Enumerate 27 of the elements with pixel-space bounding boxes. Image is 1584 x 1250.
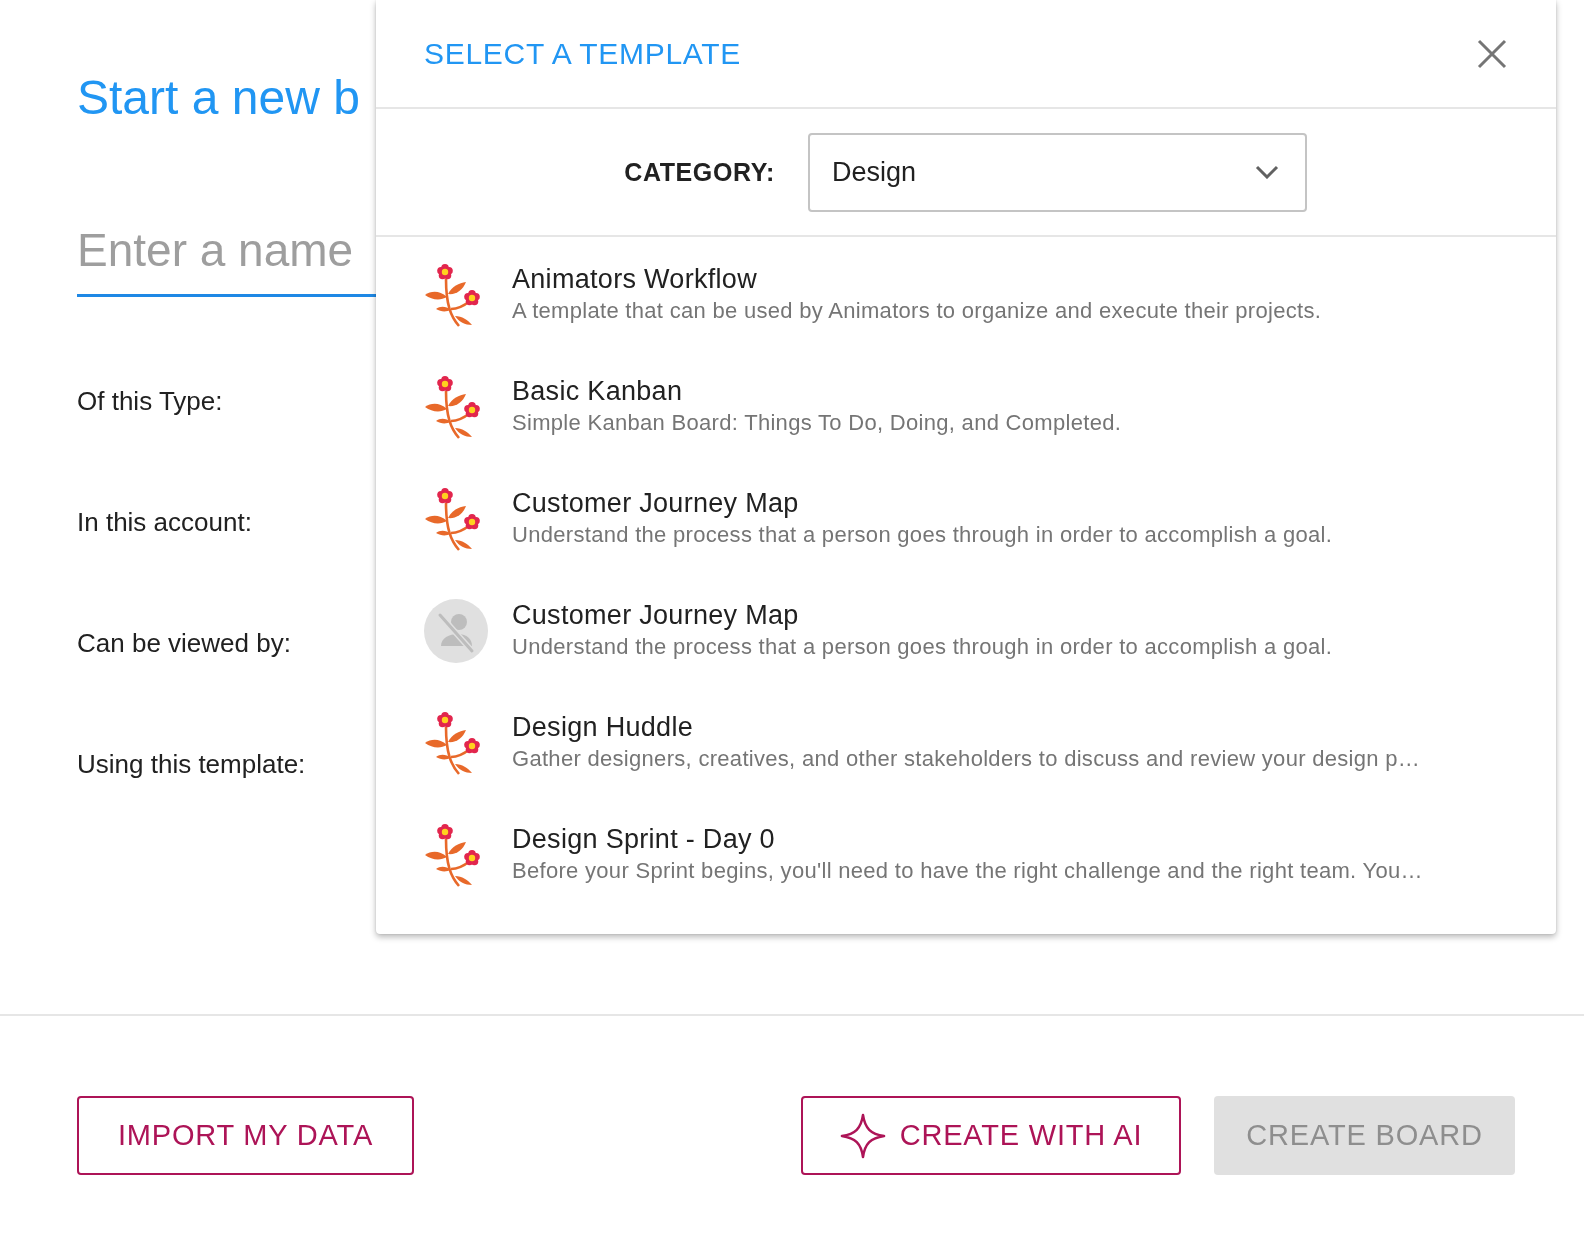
template-title[interactable]: Animators Workflow: [512, 263, 757, 295]
field-label: Using this template:: [77, 748, 306, 780]
field-label: Can be viewed by:: [77, 627, 292, 659]
template-title[interactable]: Design Sprint - Day 0: [512, 823, 775, 855]
create-with-ai-button[interactable]: CREATE WITH AI: [801, 1096, 1181, 1175]
chevron-down-icon: [1255, 165, 1279, 179]
template-description: Before your Sprint begins, you'll need to have the right challenge and the right team. You…: [512, 857, 1423, 885]
import-data-button[interactable]: IMPORT MY DATA: [77, 1096, 414, 1175]
dialog-title: SELECT A TEMPLATE: [424, 35, 742, 72]
field-label: Of this Type:: [77, 385, 224, 417]
template-description: Understand the process that a person goes through in order to accomplish a goal.: [512, 633, 1333, 661]
sparkle-icon: [839, 1112, 886, 1159]
template-description: Gather designers, creatives, and other stakeholders to discuss and review your design p…: [512, 745, 1421, 773]
template-title[interactable]: Design Huddle: [512, 711, 693, 743]
category-label: CATEGORY:: [624, 157, 775, 187]
template-description: Simple Kanban Board: Things To Do, Doing, and Completed.: [512, 409, 1122, 437]
template-title[interactable]: Customer Journey Map: [512, 487, 799, 519]
field-label: In this account:: [77, 506, 253, 538]
template-title[interactable]: Customer Journey Map: [512, 599, 799, 631]
template-description: Understand the process that a person goes through in order to accomplish a goal.: [512, 521, 1333, 549]
category-select[interactable]: Design: [808, 132, 1307, 212]
name-field[interactable]: Enter a name: [77, 223, 376, 297]
page-heading: Start a new b: [77, 70, 360, 126]
template-title[interactable]: Basic Kanban: [512, 375, 683, 407]
person-off-icon: [424, 599, 488, 663]
close-icon: [1477, 38, 1507, 69]
template-description: A template that can be used by Animators to organize and execute their projects.: [512, 297, 1322, 325]
